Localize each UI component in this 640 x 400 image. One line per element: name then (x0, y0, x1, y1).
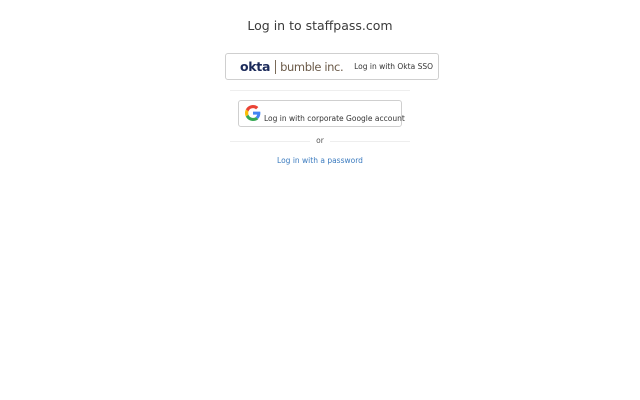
google-icon (245, 105, 261, 121)
or-separator: or (316, 136, 324, 145)
page-title: Log in to staffpass.com (247, 18, 393, 33)
okta-sso-button[interactable]: okta bumble inc. Log in with Okta SSO (225, 53, 439, 80)
or-divider-right (330, 141, 410, 142)
google-login-label: Log in with corporate Google account (264, 114, 405, 123)
logo-divider (275, 59, 277, 74)
top-divider (230, 90, 410, 91)
google-login-button[interactable]: Log in with corporate Google account (238, 100, 405, 127)
okta-logo: okta (240, 58, 271, 74)
bumble-logo: bumble inc. (280, 59, 344, 74)
login-page: Log in to staffpass.com okta bumble inc.… (0, 0, 640, 400)
okta-sso-label: Log in with Okta SSO (354, 62, 433, 71)
password-login-link[interactable]: Log in with a password (0, 156, 640, 165)
